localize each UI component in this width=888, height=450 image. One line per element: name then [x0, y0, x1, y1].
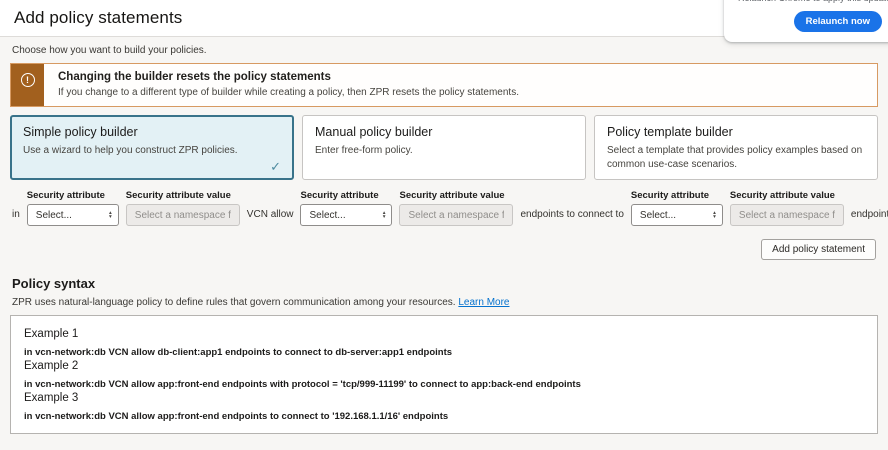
field-label: Security attribute value [126, 190, 240, 201]
policy-syntax-description-text: ZPR uses natural-language policy to defi… [12, 297, 456, 308]
warning-icon: ! [21, 73, 35, 87]
security-attribute-value-field-3: Security attribute value [730, 190, 844, 226]
field-label: Security attribute [27, 190, 119, 201]
relaunch-now-button[interactable]: Relaunch now [794, 11, 882, 32]
card-description: Use a wizard to help you construct ZPR p… [23, 144, 281, 158]
card-simple-policy-builder[interactable]: Simple policy builder Use a wizard to he… [10, 115, 294, 180]
chrome-update-notification: Relaunch Chrome to apply this update Rel… [724, 0, 888, 42]
statement-connector: endpoints to connect to [520, 209, 623, 226]
statement-connector: VCN allow [247, 209, 294, 226]
select-chevrons-icon: ▴▾ [383, 211, 386, 220]
security-attribute-select-3[interactable]: Select... ▴▾ [631, 204, 723, 226]
security-attribute-select-1[interactable]: Select... ▴▾ [27, 204, 119, 226]
policy-examples-box: Example 1 in vcn-network:db VCN allow db… [10, 315, 878, 434]
field-label: Security attribute [300, 190, 392, 201]
security-attribute-value-field-1: Security attribute value [126, 190, 240, 226]
field-label: Security attribute value [730, 190, 844, 201]
security-attribute-value-field-2: Security attribute value [399, 190, 513, 226]
card-title: Manual policy builder [315, 125, 573, 139]
example-code: in vcn-network:db VCN allow app:front-en… [24, 411, 863, 422]
policy-statement-row: in Security attribute Select... ▴▾ Secur… [12, 190, 876, 226]
example-label: Example 1 [24, 328, 863, 340]
main-content: Choose how you want to build your polici… [0, 37, 888, 450]
card-description: Enter free-form policy. [315, 144, 573, 158]
select-value: Select... [309, 210, 345, 221]
card-title: Policy template builder [607, 125, 865, 139]
warning-banner-accent: ! [11, 64, 44, 106]
check-icon: ✓ [270, 159, 281, 175]
select-chevrons-icon: ▴▾ [713, 211, 716, 220]
select-chevrons-icon: ▴▾ [109, 211, 112, 220]
add-policy-statement-button[interactable]: Add policy statement [761, 239, 876, 260]
policy-syntax-heading: Policy syntax [12, 276, 878, 291]
add-statement-row: Add policy statement [10, 239, 876, 260]
field-label: Security attribute value [399, 190, 513, 201]
example-code: in vcn-network:db VCN allow app:front-en… [24, 379, 863, 390]
card-policy-template-builder[interactable]: Policy template builder Select a templat… [594, 115, 878, 180]
warning-banner-body: Changing the builder resets the policy s… [44, 64, 531, 106]
page-title: Add policy statements [14, 8, 182, 28]
warning-banner: ! Changing the builder resets the policy… [10, 63, 878, 107]
security-attribute-field-2: Security attribute Select... ▴▾ [300, 190, 392, 226]
example-label: Example 2 [24, 360, 863, 372]
select-value: Select... [640, 210, 676, 221]
security-attribute-value-input-1[interactable] [126, 204, 240, 226]
card-manual-policy-builder[interactable]: Manual policy builder Enter free-form po… [302, 115, 586, 180]
learn-more-link[interactable]: Learn More [458, 297, 509, 308]
statement-prefix: in [12, 209, 20, 226]
security-attribute-select-2[interactable]: Select... ▴▾ [300, 204, 392, 226]
security-attribute-field-3: Security attribute Select... ▴▾ [631, 190, 723, 226]
chrome-toast-actions: Relaunch now [738, 11, 882, 32]
page-subtitle: Choose how you want to build your polici… [12, 45, 878, 56]
statement-suffix: endpoints [851, 209, 888, 226]
card-title: Simple policy builder [23, 125, 281, 139]
field-label: Security attribute [631, 190, 723, 201]
select-value: Select... [36, 210, 72, 221]
builder-options: Simple policy builder Use a wizard to he… [10, 115, 878, 180]
chrome-update-message: Relaunch Chrome to apply this update [738, 0, 882, 4]
policy-syntax-description: ZPR uses natural-language policy to defi… [12, 297, 878, 308]
security-attribute-value-input-2[interactable] [399, 204, 513, 226]
warning-banner-title: Changing the builder resets the policy s… [58, 71, 519, 83]
warning-banner-description: If you change to a different type of bui… [58, 87, 519, 98]
security-attribute-value-input-3[interactable] [730, 204, 844, 226]
card-description: Select a template that provides policy e… [607, 144, 865, 171]
example-label: Example 3 [24, 392, 863, 404]
example-code: in vcn-network:db VCN allow db-client:ap… [24, 347, 863, 358]
security-attribute-field-1: Security attribute Select... ▴▾ [27, 190, 119, 226]
